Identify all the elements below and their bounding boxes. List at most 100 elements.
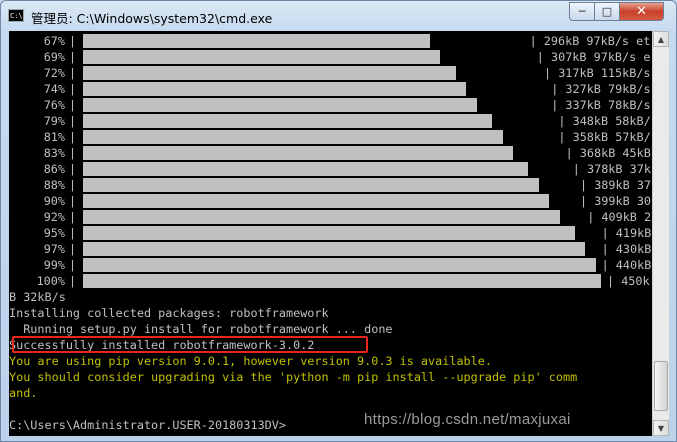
progress-bar-fill	[83, 130, 503, 144]
progress-bar-fill	[83, 50, 440, 64]
progress-row: 67% | | 296kB 97kB/s et	[9, 33, 652, 49]
progress-bar-start: |	[69, 258, 77, 272]
progress-row: 72% | | 317kB 115kB/s	[9, 65, 652, 81]
progress-percent: 100%	[36, 274, 65, 288]
progress-row: 88% | | 389kB 37	[9, 177, 652, 193]
progress-stats: | 368kB 45kB	[565, 146, 651, 160]
scroll-up-arrow-icon[interactable]: ▲	[653, 31, 669, 47]
progress-bar-start: |	[69, 274, 77, 288]
progress-percent: 95%	[43, 226, 65, 240]
console-line: and.	[9, 386, 38, 400]
progress-bar-fill	[83, 194, 549, 208]
progress-row: 83% | | 368kB 45kB	[9, 145, 652, 161]
progress-percent: 76%	[43, 98, 65, 112]
progress-percent: 81%	[43, 130, 65, 144]
cmd-icon[interactable]: C:\	[8, 9, 24, 22]
progress-bar-start: |	[69, 242, 77, 256]
progress-bar-start: |	[69, 66, 77, 80]
progress-bar-fill	[83, 34, 430, 48]
console-line: B 32kB/s	[9, 290, 66, 304]
progress-bar-fill	[83, 258, 596, 272]
progress-stats: | 378kB 37k	[572, 162, 651, 176]
progress-stats: | 409kB 2	[587, 210, 652, 224]
progress-stats: | 358kB 57kB/	[558, 130, 651, 144]
progress-percent: 74%	[43, 82, 65, 96]
progress-bar-start: |	[69, 162, 77, 176]
progress-stats: | 327kB 79kB/s	[551, 82, 651, 96]
minimize-button[interactable]: ─	[569, 2, 595, 21]
progress-stats: | 430kB	[601, 242, 652, 256]
progress-stats: | 389kB 37	[580, 178, 652, 192]
progress-stats: | 450k	[607, 274, 650, 288]
progress-stats: | 440kB	[601, 258, 652, 272]
scroll-thumb[interactable]	[654, 361, 668, 411]
progress-percent: 86%	[43, 162, 65, 176]
progress-row: 69% | | 307kB 97kB/s e	[9, 49, 652, 65]
progress-bar-start: |	[69, 130, 77, 144]
progress-percent: 88%	[43, 178, 65, 192]
progress-percent: 90%	[43, 194, 65, 208]
console-line: You should consider upgrading via the 'p…	[9, 370, 578, 384]
title-bar[interactable]: C:\ 管理员: C:\Windows\system32\cmd.exe ─ □…	[1, 1, 676, 31]
progress-bar-fill	[83, 178, 539, 192]
progress-bar-start: |	[69, 82, 77, 96]
progress-bar-fill	[83, 114, 492, 128]
progress-bar-fill	[83, 274, 601, 288]
watermark: https://blog.csdn.net/maxjuxai	[364, 411, 571, 428]
progress-row: 90% | | 399kB 30	[9, 193, 652, 209]
progress-row: 97% | | 430kB	[9, 241, 652, 257]
progress-row: 95% | | 419kB	[9, 225, 652, 241]
progress-bar-fill	[83, 210, 560, 224]
console-line: Installing collected packages: robotfram…	[9, 306, 329, 320]
progress-bar-start: |	[69, 98, 77, 112]
success-highlight-box	[12, 336, 368, 353]
progress-bar-fill	[83, 146, 513, 160]
progress-row: 81% | | 358kB 57kB/	[9, 129, 652, 145]
progress-stats: | 296kB 97kB/s et	[529, 34, 651, 48]
progress-percent: 69%	[43, 50, 65, 64]
progress-bar-fill	[83, 162, 528, 176]
command-prompt: C:\Users\Administrator.USER-20180313DV>	[9, 418, 286, 432]
progress-percent: 99%	[43, 258, 65, 272]
console-line: You are using pip version 9.0.1, however…	[9, 354, 492, 368]
progress-bar-start: |	[69, 226, 77, 240]
progress-row: 92% | | 409kB 2	[9, 209, 652, 225]
progress-percent: 67%	[43, 34, 65, 48]
maximize-button[interactable]: □	[594, 2, 620, 21]
progress-row: 79% | | 348kB 58kB/	[9, 113, 652, 129]
progress-stats: | 307kB 97kB/s e	[536, 50, 651, 64]
progress-percent: 97%	[43, 242, 65, 256]
progress-row: 100% | | 450k	[9, 273, 652, 289]
progress-bar-fill	[83, 98, 477, 112]
progress-bar-fill	[83, 66, 456, 80]
progress-bar-fill	[83, 226, 575, 240]
progress-stats: | 337kB 78kB/s	[551, 98, 651, 112]
progress-percent: 72%	[43, 66, 65, 80]
progress-row: 99% | | 440kB	[9, 257, 652, 273]
progress-percent: 83%	[43, 146, 65, 160]
progress-bar-start: |	[69, 194, 77, 208]
progress-stats: | 348kB 58kB/	[558, 114, 651, 128]
progress-percent: 79%	[43, 114, 65, 128]
progress-row: 74% | | 327kB 79kB/s	[9, 81, 652, 97]
progress-stats: | 317kB 115kB/s	[544, 66, 651, 80]
progress-row: 86% | | 378kB 37k	[9, 161, 652, 177]
progress-bar-start: |	[69, 178, 77, 192]
vertical-scrollbar[interactable]: ▲ ▼	[652, 31, 669, 436]
progress-row: 76% | | 337kB 78kB/s	[9, 97, 652, 113]
window-title: 管理员: C:\Windows\system32\cmd.exe	[31, 11, 273, 26]
progress-stats: | 399kB 30	[580, 194, 652, 208]
progress-bar-fill	[83, 82, 466, 96]
progress-bar-start: |	[69, 114, 77, 128]
progress-stats: | 419kB	[601, 226, 652, 240]
progress-bar-start: |	[69, 210, 77, 224]
cmd-window: C:\ 管理员: C:\Windows\system32\cmd.exe ─ □…	[0, 0, 677, 442]
progress-bar-start: |	[69, 146, 77, 160]
console-line: Running setup.py install for robotframew…	[9, 322, 393, 336]
scroll-down-arrow-icon[interactable]: ▼	[653, 420, 669, 436]
progress-bar-fill	[83, 242, 585, 256]
console-output[interactable]: 67% | | 296kB 97kB/s et 69% | | 307kB 97kB/s …	[9, 31, 652, 436]
progress-bar-start: |	[69, 50, 77, 64]
close-button[interactable]: ✕	[619, 2, 664, 21]
progress-percent: 92%	[43, 210, 65, 224]
